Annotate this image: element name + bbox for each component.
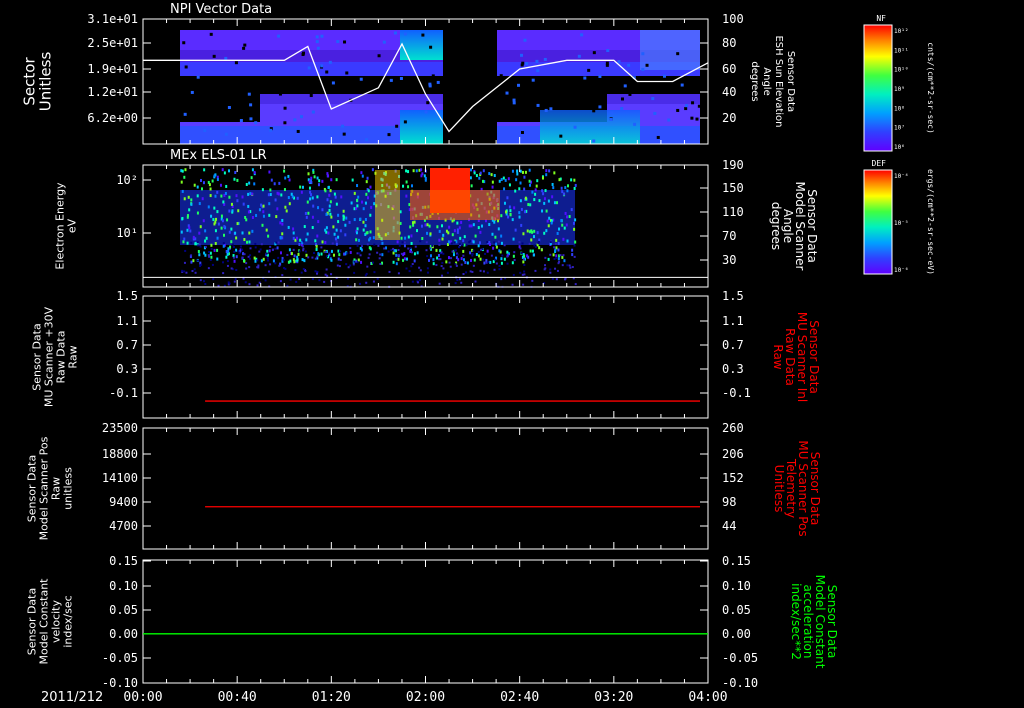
left-axis-label-els: Electron EnergyeV <box>54 182 79 270</box>
x-tick-label: 02:40 <box>500 690 539 705</box>
colorbar-tick: 10¹⁰ <box>894 67 908 74</box>
left-axis-label-mupos: Sensor DataModel Scanner PosRawunitless <box>26 436 75 540</box>
right-tick-label-npi: 80 <box>722 36 736 50</box>
colorbar-unit: cnts/(cm**2-sr-sec) <box>926 42 935 134</box>
right-axis-label-const: Sensor DataModel Constantaccelerationind… <box>789 575 839 669</box>
right-tick-label-mupos: 260 <box>722 421 744 435</box>
colorbar-tick: 10⁸ <box>894 105 905 112</box>
left-tick-label-mu30: 1.5 <box>116 289 138 303</box>
colorbar-DEF <box>863 169 893 275</box>
colorbar-title: DEF <box>872 159 887 168</box>
left-tick-label-mupos: 14100 <box>102 471 138 485</box>
left-tick-label-npi: 1.2e+01 <box>87 85 138 99</box>
left-tick-label-const: -0.05 <box>102 651 138 665</box>
left-axis-label-npi: SectorUnitless <box>21 52 55 112</box>
colorbar-tick: 10⁻⁴ <box>894 173 908 180</box>
right-tick-label-els: 70 <box>722 229 736 243</box>
right-tick-label-els: 190 <box>722 158 744 172</box>
right-tick-label-mu30: 1.5 <box>722 289 744 303</box>
x-tick-label: 00:40 <box>218 690 257 705</box>
left-tick-label-const: 0.00 <box>109 627 138 641</box>
left-axis-label-mu30: Sensor DataMU Scanner +30VRaw DataRaw <box>31 306 80 407</box>
left-tick-label-const: 0.05 <box>109 603 138 617</box>
colorbar-tick: 10⁶ <box>894 144 905 151</box>
left-tick-label-const: 0.15 <box>109 554 138 568</box>
left-tick-label-mu30: -0.1 <box>109 386 138 400</box>
left-tick-label-mu30: 1.1 <box>116 314 138 328</box>
right-tick-label-els: 110 <box>722 205 744 219</box>
left-tick-label-mupos: 23500 <box>102 421 138 435</box>
right-axis-label-mupos: Sensor DataMU Scanner PosTelemetryUnitle… <box>772 440 822 536</box>
right-tick-label-mupos: 152 <box>722 471 744 485</box>
colorbar-tick: 10¹² <box>894 28 908 35</box>
colorbar-tick: 10¹¹ <box>894 47 908 54</box>
left-tick-label-npi: 1.9e+01 <box>87 62 138 76</box>
right-tick-label-mupos: 206 <box>722 447 744 461</box>
right-tick-label-const: -0.10 <box>722 676 758 690</box>
x-tick-label: 04:00 <box>688 690 727 705</box>
colorbar-tick: 10⁻⁵ <box>894 220 908 227</box>
right-axis-label-els: Sensor DataModel ScannerAngledegrees <box>769 182 819 271</box>
colorbar-tick: 10⁷ <box>894 125 905 132</box>
right-tick-label-mu30: 1.1 <box>722 314 744 328</box>
left-tick-label-npi: 2.5e+01 <box>87 36 138 50</box>
left-tick-label-mupos: 4700 <box>109 519 138 533</box>
right-tick-label-els: 150 <box>722 181 744 195</box>
date-label: 2011/212 <box>41 690 103 705</box>
right-tick-label-mupos: 44 <box>722 519 736 533</box>
panel-frame-mu30 <box>142 295 709 419</box>
x-tick-label: 01:20 <box>312 690 351 705</box>
chart-canvas: NPI Vector Data MEx ELS-01 LR 2011/212 3… <box>21 2 936 705</box>
left-tick-label-mupos: 18800 <box>102 447 138 461</box>
right-tick-label-mupos: 98 <box>722 495 736 509</box>
left-tick-label-npi: 3.1e+01 <box>87 12 138 26</box>
x-tick-label: 02:00 <box>406 690 445 705</box>
right-tick-label-const: 0.05 <box>722 603 751 617</box>
title-els: MEx ELS-01 LR <box>170 148 267 163</box>
right-tick-label-npi: 40 <box>722 85 736 99</box>
right-tick-label-const: 0.15 <box>722 554 751 568</box>
right-tick-label-const: -0.05 <box>722 651 758 665</box>
right-tick-label-const: 0.00 <box>722 627 751 641</box>
right-tick-label-npi: 100 <box>722 12 744 26</box>
left-tick-label-mu30: 0.3 <box>116 362 138 376</box>
left-tick-label-els: 10¹ <box>116 226 138 240</box>
colorbar-title: NF <box>876 14 886 23</box>
x-tick-label: 00:00 <box>123 690 162 705</box>
right-tick-label-mu30: 0.7 <box>722 338 744 352</box>
right-axis-label-mu30: Sensor DataMU Scanner InlRaw DataRaw <box>771 312 821 402</box>
left-tick-label-const: -0.10 <box>102 676 138 690</box>
left-tick-label-mupos: 9400 <box>109 495 138 509</box>
right-tick-label-npi: 20 <box>722 111 736 125</box>
left-tick-label-mu30: 0.7 <box>116 338 138 352</box>
right-tick-label-const: 0.10 <box>722 579 751 593</box>
colorbar-tick: 10⁻⁶ <box>894 267 908 274</box>
title-npi: NPI Vector Data <box>170 2 272 17</box>
right-tick-label-els: 30 <box>722 253 736 267</box>
colorbar-unit: ergs/(cm**2-sr-sec-eV) <box>926 169 935 275</box>
right-axis-label-npi: Sensor DataESH Sun ElevationAngledegrees <box>749 35 796 127</box>
left-tick-label-const: 0.10 <box>109 579 138 593</box>
left-tick-label-els: 10² <box>116 173 138 187</box>
right-tick-label-mu30: 0.3 <box>722 362 744 376</box>
panel-frame-mupos <box>142 427 709 550</box>
colorbar-tick: 10⁹ <box>894 86 905 93</box>
x-tick-label: 03:20 <box>594 690 633 705</box>
right-tick-label-mu30: -0.1 <box>722 386 751 400</box>
colorbar-NF <box>863 24 893 152</box>
left-tick-label-npi: 6.2e+00 <box>87 111 138 125</box>
right-tick-label-npi: 60 <box>722 62 736 76</box>
panel-frame-const <box>142 559 709 684</box>
left-axis-label-const: Sensor DataModel Constantvelocityindex/s… <box>26 578 75 665</box>
